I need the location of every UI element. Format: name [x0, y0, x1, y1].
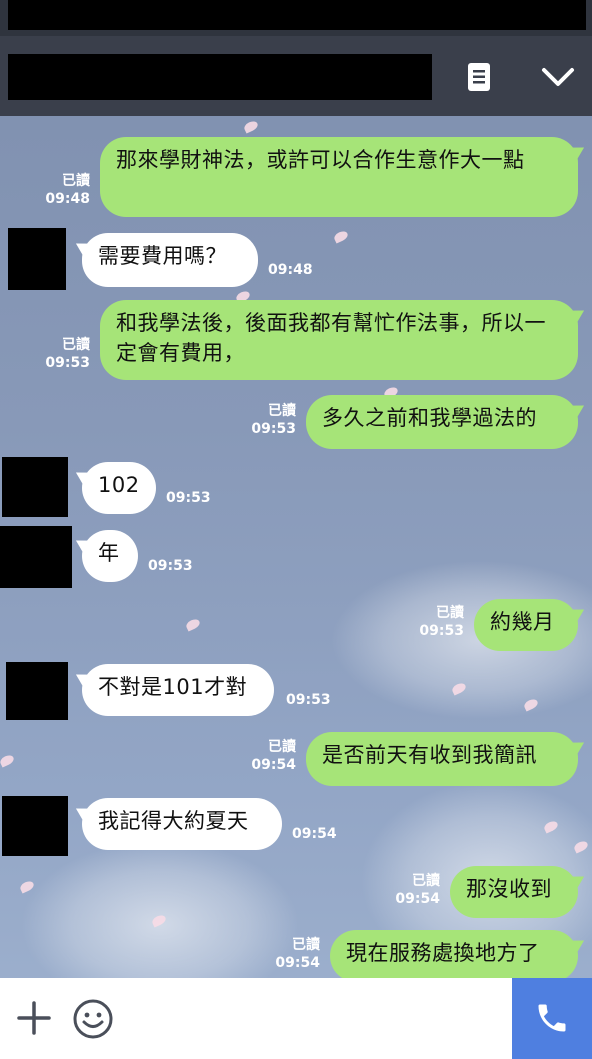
- message-text: 那沒收到: [466, 877, 552, 901]
- emoji-icon[interactable]: [72, 998, 114, 1040]
- read-receipt: 已讀: [62, 173, 90, 189]
- read-receipt: 已讀: [62, 337, 90, 353]
- message-time: 09:53: [45, 355, 90, 371]
- read-receipt: 已讀: [436, 605, 464, 621]
- message-text: 102: [98, 473, 140, 497]
- message-meta: 已讀 09:48: [38, 172, 90, 208]
- outgoing-message-bubble[interactable]: 多久之前和我學過法的: [306, 395, 578, 449]
- phone-icon: [534, 1000, 570, 1036]
- message-text: 需要費用嗎？: [98, 244, 227, 268]
- contact-avatar[interactable]: [6, 662, 68, 720]
- message-time: 09:54: [395, 891, 440, 907]
- read-receipt: 已讀: [412, 873, 440, 889]
- redacted-block: [8, 0, 586, 30]
- message-meta: 已讀 09:53: [412, 604, 464, 640]
- incoming-message-bubble[interactable]: 102: [82, 462, 156, 514]
- chat-header: [0, 36, 592, 116]
- background-petal: [184, 617, 202, 632]
- background-petal: [0, 753, 16, 768]
- message-text: 和我學法後，後面我都有幫忙作法事，所以一定會有費用，: [116, 311, 546, 365]
- message-text: 是否前天有收到我簡訊: [322, 743, 537, 767]
- read-receipt: 已讀: [268, 739, 296, 755]
- incoming-message-bubble[interactable]: 需要費用嗎？: [82, 233, 258, 287]
- outgoing-message-bubble[interactable]: 那來學財神法，或許可以合作生意作大一點: [100, 137, 578, 217]
- read-receipt: 已讀: [268, 403, 296, 419]
- message-text: 現在服務處換地方了: [346, 941, 540, 965]
- message-time: 09:53: [148, 558, 193, 574]
- message-text: 多久之前和我學過法的: [322, 406, 537, 430]
- chevron-down-icon[interactable]: [538, 62, 578, 92]
- contact-avatar[interactable]: [8, 228, 66, 290]
- call-button[interactable]: [512, 978, 592, 1059]
- chat-title[interactable]: [8, 54, 432, 100]
- message-time: 09:48: [45, 191, 90, 207]
- message-time: 09:53: [251, 421, 296, 437]
- message-time: 09:53: [286, 692, 331, 708]
- message-meta: 已讀 09:54: [388, 872, 440, 908]
- read-receipt: 已讀: [292, 937, 320, 953]
- message-time: 09:54: [275, 955, 320, 971]
- outgoing-message-bubble[interactable]: 是否前天有收到我簡訊: [306, 732, 578, 786]
- incoming-message-bubble[interactable]: 我記得大約夏天: [82, 798, 282, 850]
- message-text: 我記得大約夏天: [98, 809, 249, 833]
- message-input-bar: [0, 978, 592, 1059]
- message-time: 09:54: [292, 826, 337, 842]
- outgoing-message-bubble[interactable]: 現在服務處換地方了: [330, 930, 578, 982]
- message-meta: 已讀 09:54: [268, 936, 320, 972]
- message-time: 09:54: [251, 757, 296, 773]
- background-petal: [242, 119, 260, 134]
- message-time: 09:48: [268, 262, 313, 278]
- message-time: 09:53: [166, 490, 211, 506]
- background-petal: [332, 229, 350, 244]
- incoming-message-bubble[interactable]: 不對是101才對: [82, 664, 274, 716]
- plus-icon[interactable]: [16, 1000, 52, 1036]
- outgoing-message-bubble[interactable]: 約幾月: [474, 599, 578, 651]
- contact-avatar[interactable]: [2, 457, 68, 517]
- incoming-message-bubble[interactable]: 年: [82, 530, 138, 582]
- message-meta: 已讀 09:53: [244, 402, 296, 438]
- message-text: 年: [98, 541, 120, 565]
- message-text: 那來學財神法，或許可以合作生意作大一點: [116, 148, 525, 172]
- contact-avatar[interactable]: [2, 796, 68, 856]
- contact-avatar[interactable]: [0, 526, 72, 588]
- message-meta: 已讀 09:53: [38, 336, 90, 372]
- message-time: 09:53: [419, 623, 464, 639]
- message-text: 約幾月: [490, 610, 555, 634]
- menu-list-icon[interactable]: [462, 60, 496, 94]
- status-bar: [0, 0, 592, 36]
- message-meta: 已讀 09:54: [244, 738, 296, 774]
- message-text: 不對是101才對: [98, 675, 248, 699]
- outgoing-message-bubble[interactable]: 和我學法後，後面我都有幫忙作法事，所以一定會有費用，: [100, 300, 578, 380]
- chat-screen: 已讀 09:48 那來學財神法，或許可以合作生意作大一點 需要費用嗎？ 09:4…: [0, 0, 592, 1059]
- outgoing-message-bubble[interactable]: 那沒收到: [450, 866, 578, 918]
